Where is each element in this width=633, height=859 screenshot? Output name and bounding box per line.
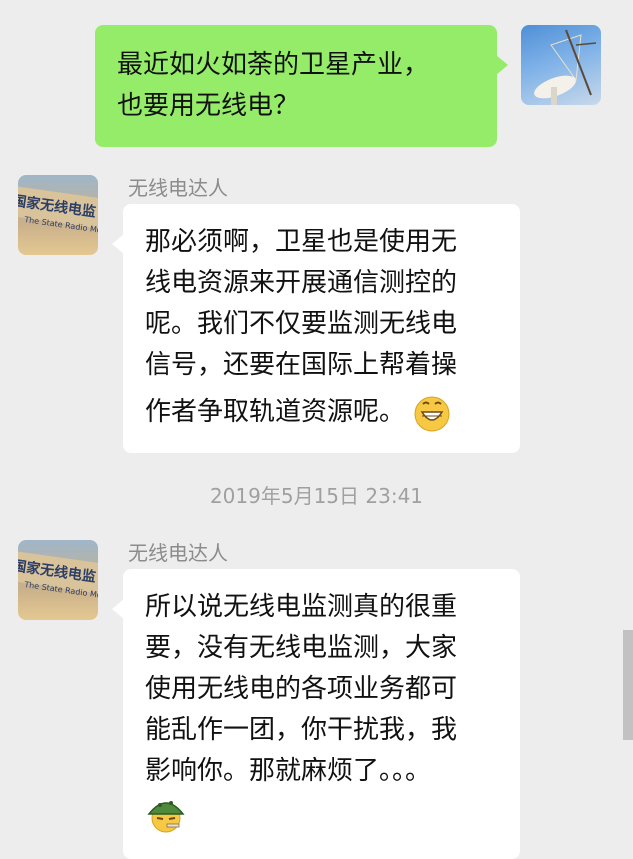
message-line: 影响你。那就麻烦了。。。 — [145, 756, 432, 786]
self-message-bubble[interactable]: 最近如火如荼的卫星产业， 也要用无线电？ — [95, 25, 508, 147]
message-line: 所以说无线电监测真的很重 — [145, 592, 458, 622]
grinning-face-emoji — [414, 396, 450, 431]
message-line: 信号，还要在国际上帮着操 — [145, 350, 458, 380]
message-text: 最近如火如荼的卫星产业， 也要用无线电？ — [117, 45, 477, 127]
bubble-tail — [112, 599, 124, 619]
contact-message-bubble[interactable]: 那必须啊，卫星也是使用无 线电资源来开展通信测控的 呢。我们不仅要监测无线电 信… — [112, 204, 520, 453]
message-line: 要，没有无线电监测，大家 — [145, 633, 458, 663]
message-text: 那必须啊，卫星也是使用无 线电资源来开展通信测控的 呢。我们不仅要监测无线电 信… — [145, 222, 485, 433]
message-line: 那必须啊，卫星也是使用无 — [145, 227, 458, 257]
contact-avatar[interactable]: 国家无线电监 The State Radio Moni — [18, 175, 98, 255]
bubble-tail — [496, 55, 508, 75]
message-line: 最近如火如荼的卫星产业， — [117, 50, 430, 80]
message-line: 线电资源来开展通信测控的 — [145, 268, 458, 298]
bubble-tail — [112, 234, 124, 254]
satellite-dish-icon — [534, 29, 597, 105]
message-timestamp: 2019年5月15日 23:41 — [209, 484, 424, 508]
sender-name: 无线电达人 — [128, 541, 228, 565]
self-avatar[interactable] — [521, 25, 601, 105]
sender-name: 无线电达人 — [128, 176, 228, 200]
message-line: 能乱作一团，你干扰我，我 — [145, 715, 458, 745]
contact-message-bubble[interactable]: 所以说无线电监测真的很重 要，没有无线电监测，大家 使用无线电的各项业务都可 能… — [112, 569, 520, 859]
scrollbar[interactable] — [623, 630, 633, 740]
soldier-helmet-emoji — [147, 801, 185, 833]
contact-avatar[interactable]: 国家无线电监 The State Radio Moni — [18, 540, 98, 620]
message-line: 也要用无线电？ — [117, 91, 300, 121]
message-line: 使用无线电的各项业务都可 — [145, 674, 458, 704]
message-line: 呢。我们不仅要监测无线电 — [145, 309, 458, 339]
message-line: 作者争取轨道资源呢。 — [145, 397, 406, 427]
message-text: 所以说无线电监测真的很重 要，没有无线电监测，大家 使用无线电的各项业务都可 能… — [145, 587, 485, 834]
